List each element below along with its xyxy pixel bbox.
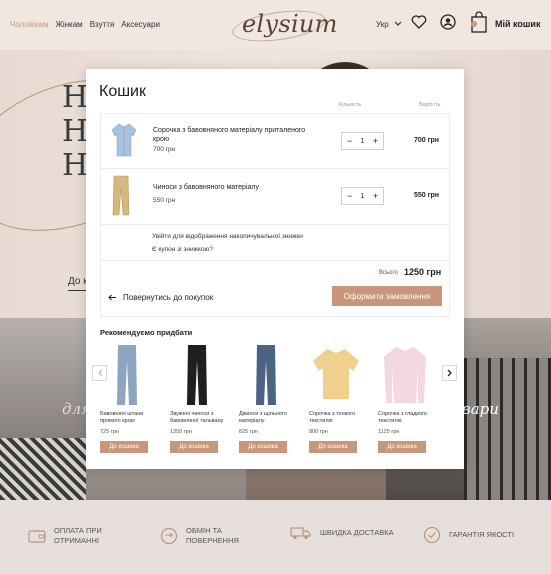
feature-label: ОБМІН ТА ПОВЕРНЕННЯ — [186, 526, 239, 545]
recommended-product-card: Звужені чиноси з бавовняної тальвану 135… — [170, 343, 228, 453]
add-to-cart-button[interactable]: До кошика — [170, 441, 218, 453]
chinos-product-image[interactable] — [111, 175, 131, 217]
jeans-product-image[interactable] — [241, 343, 291, 407]
add-to-cart-button[interactable]: До кошика — [100, 441, 148, 453]
recommended-product-name[interactable]: Бавовняні штани прямого крою — [100, 411, 158, 427]
chevron-right-icon — [447, 369, 452, 377]
cart-item-name[interactable]: Чиноси з бавовняного матеріалу — [153, 183, 318, 192]
arrow-left-icon — [108, 294, 116, 301]
chinos-product-image[interactable] — [172, 343, 222, 407]
recommended-product-price: 1350 грн — [170, 429, 192, 435]
quantity-stepper: − 1 + — [341, 132, 384, 150]
recommended-product-price: 825 грн — [239, 429, 258, 435]
nav-shoes[interactable]: Взуття — [90, 20, 115, 29]
feature-label: ШВИДКА ДОСТАВКА — [320, 528, 394, 537]
feature-label: ОПЛАТА ПРИ ОТРИМАННІ — [54, 526, 102, 545]
recommended-product-name[interactable]: Сорочка з гладкого текстилю — [378, 411, 436, 427]
cart-item-name[interactable]: Сорочка з бавовняного матеріалу притален… — [153, 126, 318, 144]
shopping-bag-icon[interactable] — [470, 11, 488, 33]
language-select[interactable]: Укр — [376, 20, 402, 29]
cart-row: Сорочка з бавовняного матеріалу притален… — [101, 114, 449, 169]
truck-icon — [290, 527, 311, 540]
recommended-product-name[interactable]: Сорочка з тонкого текстилю — [309, 411, 367, 427]
exchange-icon — [160, 527, 178, 545]
recommended-product-card: Сорочка з гладкого текстилю 1125 грн До … — [378, 343, 436, 453]
increase-qty-button[interactable]: + — [373, 136, 378, 146]
cart-item-price: 700 грн — [153, 146, 176, 153]
nav-accessories[interactable]: Аксесуари — [121, 20, 160, 29]
increase-qty-button[interactable]: + — [373, 191, 378, 201]
login-discount-link[interactable]: Увійти для відображення накопичувальної … — [152, 233, 303, 240]
cart-item-total: 700 грн — [413, 137, 439, 144]
add-to-cart-button[interactable]: До кошика — [239, 441, 287, 453]
quantity-stepper: − 1 + — [341, 187, 384, 205]
quantity-value[interactable]: 1 — [361, 138, 365, 145]
language-label: Укр — [376, 20, 389, 29]
gallery-plaid-coat — [0, 438, 86, 500]
add-to-cart-button[interactable]: До кошика — [309, 441, 357, 453]
total-label: Всього — [379, 270, 398, 276]
coupon-link[interactable]: Є купон зі знижкою? — [152, 246, 213, 253]
features-bar: ОПЛАТА ПРИ ОТРИМАННІ ОБМІН ТА ПОВЕРНЕННЯ… — [0, 500, 551, 574]
add-to-cart-button[interactable]: До кошика — [378, 441, 426, 453]
site-logo[interactable]: elysium — [242, 10, 338, 38]
quality-badge-icon — [423, 526, 441, 544]
hero-heading-line: Н — [62, 80, 89, 115]
back-to-shopping-link[interactable]: Повернутись до покупок — [108, 293, 213, 302]
cart-item-total: 550 грн — [413, 192, 439, 199]
my-cart-link[interactable]: Мій кошик — [495, 19, 540, 29]
gallery-caption-right: вари — [462, 400, 499, 418]
carousel-next-button[interactable] — [442, 365, 457, 381]
column-header-qty: Кількість — [339, 102, 362, 108]
user-icon[interactable] — [440, 14, 456, 30]
wallet-icon — [28, 530, 46, 543]
main-nav: Чоловікам Жінкам Взуття Аксесуари — [10, 20, 160, 29]
back-to-shopping-label: Повернутись до покупок — [123, 293, 214, 302]
hero-heading-line: Н — [62, 148, 89, 183]
nav-women[interactable]: Жінкам — [55, 20, 82, 29]
feature-item: ШВИДКА ДОСТАВКА — [290, 526, 410, 540]
site-header: Чоловікам Жінкам Взуття Аксесуари elysiu… — [0, 0, 551, 50]
shirt-product-image[interactable] — [311, 343, 361, 407]
cart-title: Кошик — [99, 83, 146, 100]
feature-item: ОБМІН ТА ПОВЕРНЕННЯ — [160, 526, 244, 546]
recommended-title: Рекомендуємо придбати — [100, 328, 193, 337]
nav-men[interactable]: Чоловікам — [10, 20, 48, 29]
recommended-product-price: 1125 грн — [378, 429, 400, 435]
hero-heading-line: Н — [62, 114, 89, 149]
cart-modal: Кошик Кількість Вартість Сорочка з бавов… — [86, 69, 464, 469]
recommended-product-name[interactable]: Звужені чиноси з бавовняної тальвану — [170, 411, 228, 427]
recommended-product-card: Бавовняні штани прямого крою 725 грн До … — [100, 343, 158, 453]
decrease-qty-button[interactable]: − — [347, 136, 352, 146]
total-value: 1250 грн — [404, 267, 442, 277]
recommended-product-price: 800 грн — [309, 429, 328, 435]
recommended-product-card: Джинси з щільного матеріалу 825 грн До к… — [239, 343, 297, 453]
gallery-check-coat — [464, 358, 551, 500]
quantity-value[interactable]: 1 — [361, 193, 365, 200]
feature-label: ГАРАНТІЯ ЯКОСТІ — [449, 530, 515, 539]
shirt-product-image[interactable] — [380, 343, 430, 407]
jeans-product-image[interactable] — [102, 343, 152, 407]
recommended-product-price: 725 грн — [100, 429, 119, 435]
checkout-button[interactable]: Оформити замовлення — [332, 286, 442, 306]
shirt-product-image[interactable] — [111, 122, 137, 158]
feature-item: ОПЛАТА ПРИ ОТРИМАННІ — [28, 526, 112, 546]
column-header-value: Вартість — [419, 102, 441, 108]
recommended-product-name[interactable]: Джинси з щільного матеріалу — [239, 411, 297, 427]
cart-item-price: 550 грн — [153, 197, 176, 204]
recommended-product-card: Сорочка з тонкого текстилю 800 грн До ко… — [309, 343, 367, 453]
chevron-down-icon — [394, 21, 402, 26]
decrease-qty-button[interactable]: − — [347, 191, 352, 201]
feature-item: ГАРАНТІЯ ЯКОСТІ — [423, 526, 539, 544]
cart-row: Чиноси з бавовняного матеріалу 550 грн −… — [101, 169, 449, 225]
heart-icon[interactable] — [411, 14, 427, 30]
